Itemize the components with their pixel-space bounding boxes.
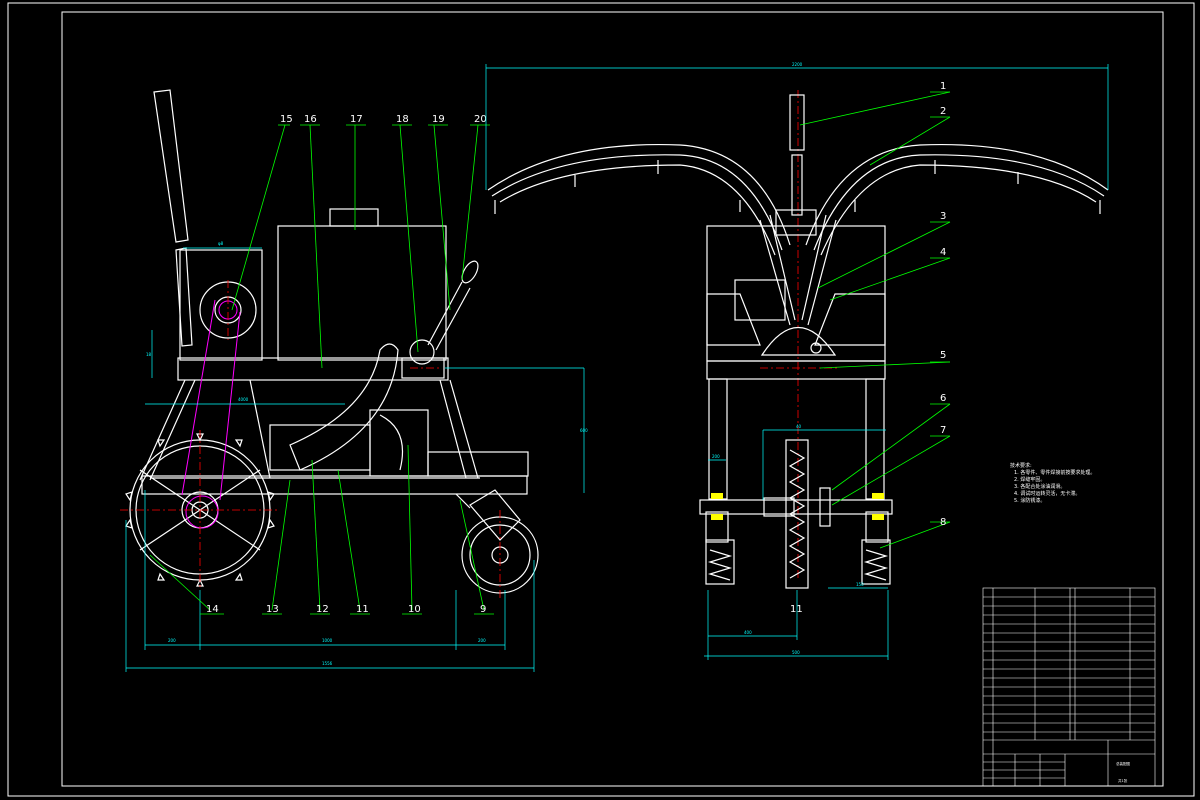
dim-height: 600 — [580, 428, 588, 433]
part-13: 13 — [266, 604, 279, 615]
part-12: 12 — [316, 604, 329, 615]
part-14: 14 — [206, 604, 219, 615]
dim-r3: 150 — [856, 582, 864, 587]
part-6: 6 — [940, 393, 946, 404]
dim-b1: 200 — [168, 638, 176, 643]
part-19: 19 — [432, 114, 445, 125]
dim-rear-h: 40 — [796, 424, 802, 429]
dim-left-small: 18 — [146, 352, 152, 357]
part-2: 2 — [940, 106, 946, 117]
notes-line4: 4. 调试时运转灵活，无卡滞。 — [1014, 490, 1080, 497]
part-18: 18 — [396, 114, 409, 125]
dim-left-width: 4000 — [238, 397, 249, 402]
notes-line5: 5. 涂防锈漆。 — [1014, 497, 1045, 504]
dim-b2: 1000 — [322, 638, 333, 643]
sheet-count: 共1张 — [1118, 778, 1128, 783]
part-8: 8 — [940, 517, 946, 528]
part-4: 4 — [940, 247, 946, 258]
part-17: 17 — [350, 114, 363, 125]
part-10: 10 — [408, 604, 421, 615]
part-15: 15 — [280, 114, 293, 125]
dim-r1: 400 — [744, 630, 752, 635]
dim-span: 2200 — [792, 62, 803, 67]
part-11-front: 11 — [790, 604, 803, 615]
dim-rear-w: 200 — [712, 454, 720, 459]
dim-b3: 200 — [478, 638, 486, 643]
notes-line1: 1. 各零件、零件焊接前按要求处理。 — [1014, 469, 1095, 476]
part-20: 20 — [474, 114, 487, 125]
part-9: 9 — [480, 604, 486, 615]
part-11-side: 11 — [356, 604, 369, 615]
part-16: 16 — [304, 114, 317, 125]
part-7: 7 — [940, 425, 946, 436]
drawing-name: 总装配图 — [1116, 761, 1131, 766]
notes-title: 技术要求: — [1010, 462, 1032, 469]
part-1: 1 — [940, 81, 946, 92]
part-3: 3 — [940, 211, 946, 222]
dim-total: 1556 — [322, 661, 333, 666]
dim-top-left: φ8 — [218, 241, 224, 246]
notes-line2: 2. 焊缝牢固。 — [1014, 476, 1045, 483]
cad-assembly-drawing: φ8 18 4000 600 200 1000 200 1556 15 16 1… — [0, 0, 1200, 800]
notes-line3: 3. 各配合处涂油润滑。 — [1014, 483, 1065, 490]
part-5: 5 — [940, 350, 946, 361]
dim-r2: 500 — [792, 650, 800, 655]
